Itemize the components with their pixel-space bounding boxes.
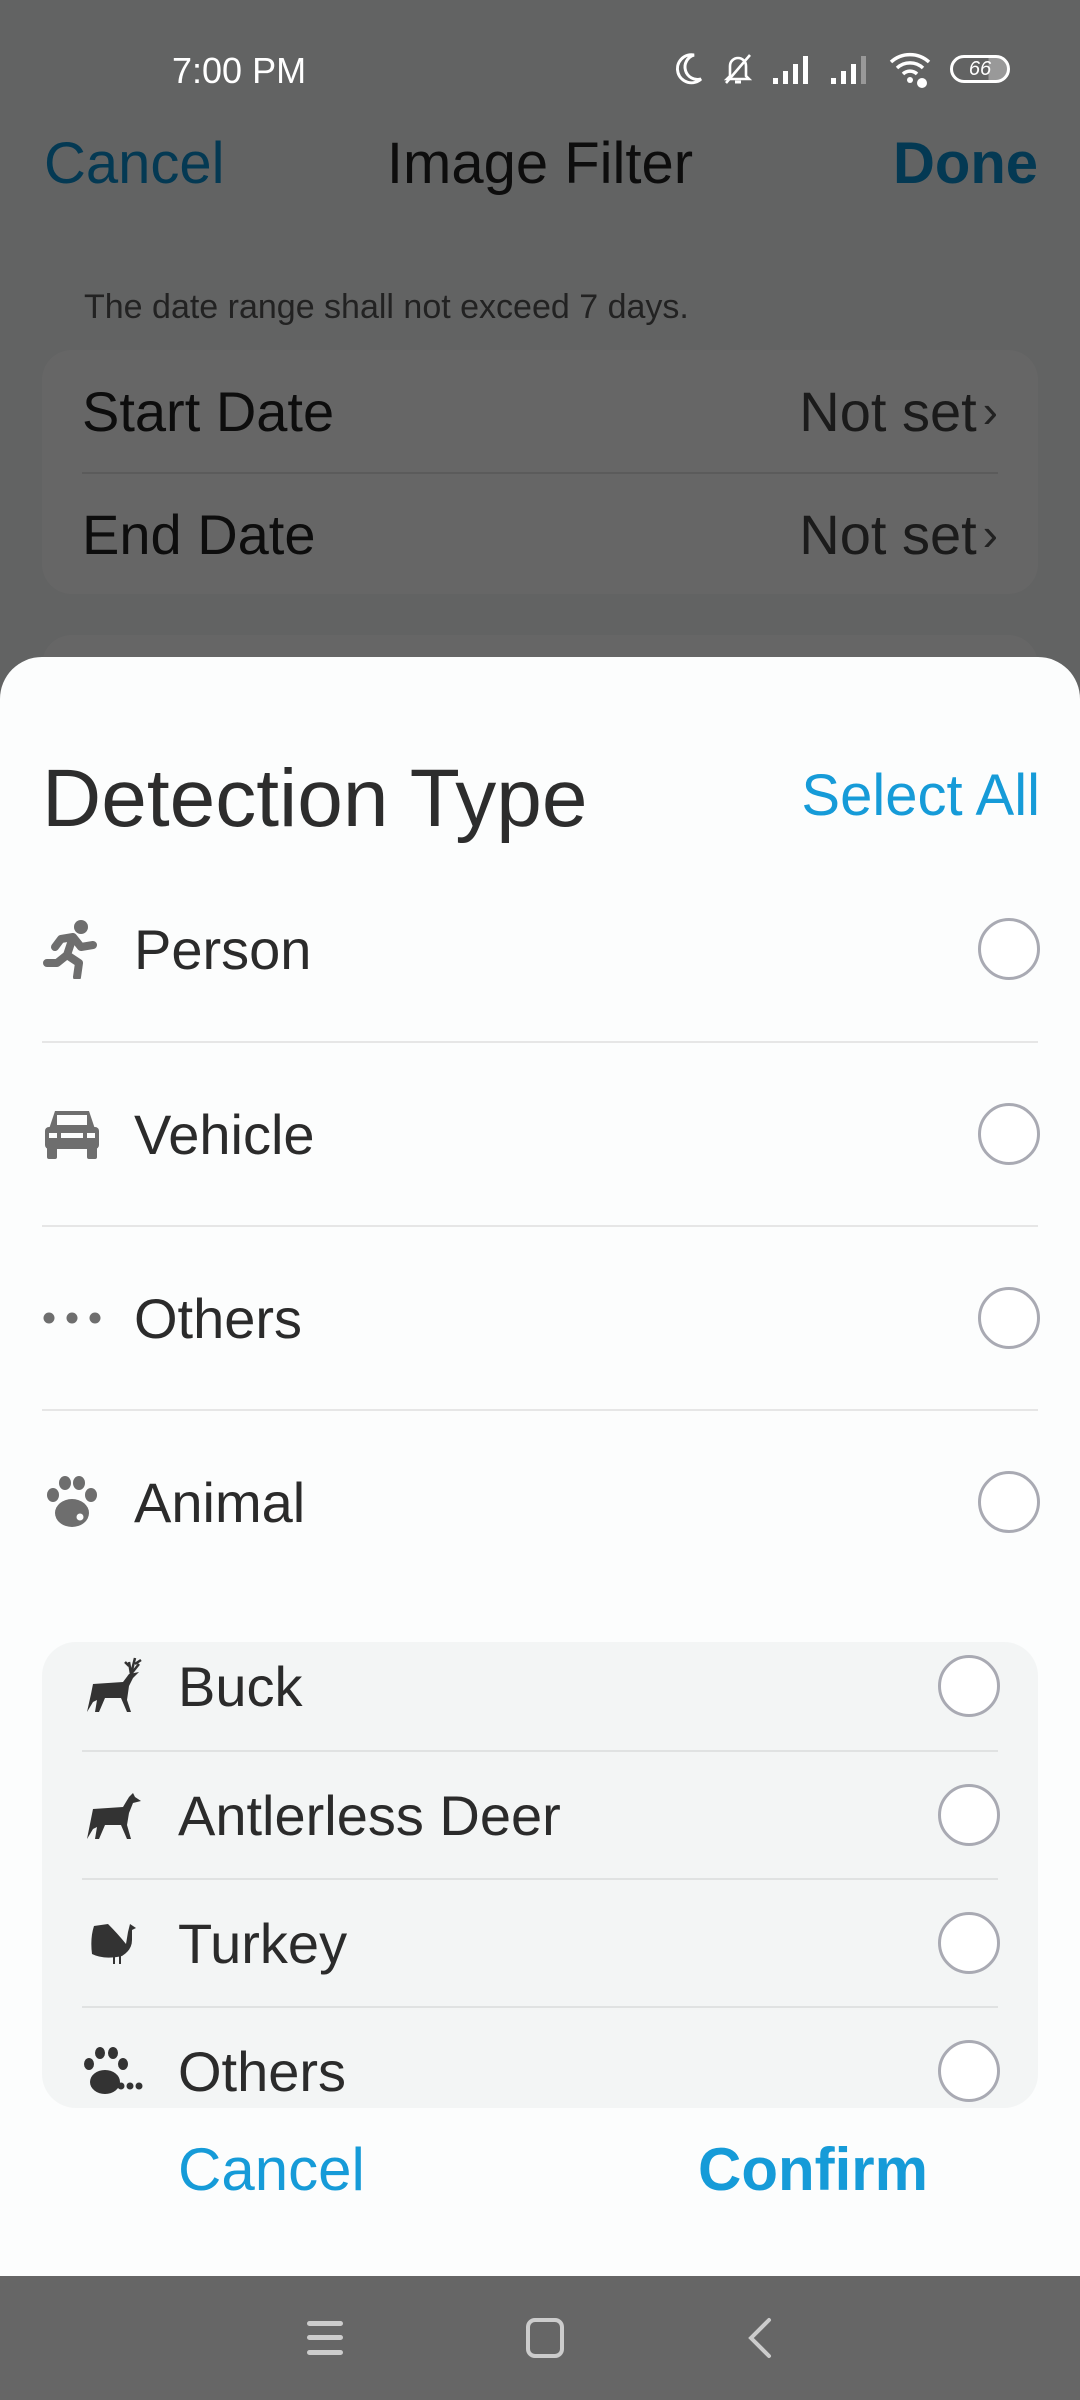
- list-item-buck[interactable]: Buck: [82, 1642, 1000, 1750]
- animal-others-radio[interactable]: [938, 2040, 1000, 2102]
- list-item-vehicle[interactable]: Vehicle: [42, 1041, 1040, 1225]
- item-label: Animal: [134, 1470, 306, 1534]
- list-item-person[interactable]: Person: [42, 857, 1040, 1041]
- more-dots-icon: [42, 1288, 102, 1348]
- item-label: Turkey: [178, 1911, 348, 1975]
- paw-more-icon: [82, 2040, 144, 2102]
- list-item-antlerless-deer[interactable]: Antlerless Deer: [82, 1750, 1000, 1878]
- status-bar: 7:00 PM 66: [0, 0, 1080, 130]
- paw-icon: [42, 1472, 102, 1532]
- list-item-animal-others[interactable]: Others: [82, 2006, 1000, 2108]
- sheet-confirm-button[interactable]: Confirm: [698, 2135, 928, 2204]
- back-icon[interactable]: [745, 2317, 775, 2359]
- signal-icon: [773, 56, 808, 84]
- turkey-icon: [82, 1912, 144, 1974]
- list-item-animal[interactable]: Animal: [42, 1409, 1040, 1593]
- item-label: Vehicle: [134, 1102, 315, 1166]
- doe-icon: [82, 1784, 144, 1846]
- moon-icon: [675, 53, 703, 85]
- item-label: Antlerless Deer: [178, 1783, 561, 1847]
- recents-menu-icon[interactable]: [305, 2319, 345, 2357]
- list-item-turkey[interactable]: Turkey: [82, 1878, 1000, 2006]
- list-item-others[interactable]: Others: [42, 1225, 1040, 1409]
- item-label: Buck: [178, 1654, 303, 1718]
- home-icon[interactable]: [525, 2317, 565, 2359]
- item-label: Others: [134, 1286, 303, 1350]
- wifi-icon: [889, 52, 931, 88]
- system-navigation-bar: [0, 2276, 1080, 2400]
- item-label: Person: [134, 917, 312, 981]
- signal-weak-icon: [831, 56, 866, 84]
- animal-radio[interactable]: [978, 1471, 1040, 1533]
- car-icon: [42, 1104, 102, 1164]
- running-person-icon: [42, 919, 102, 979]
- select-all-button[interactable]: Select All: [801, 762, 1040, 829]
- detection-type-list: Person Vehicle Others Animal: [42, 857, 1040, 1593]
- detection-type-sheet: Detection Type Select All Person Vehicle…: [0, 657, 1080, 2277]
- person-radio[interactable]: [978, 918, 1040, 980]
- vehicle-radio[interactable]: [978, 1103, 1040, 1165]
- sheet-actions: Cancel Confirm: [0, 2135, 1080, 2275]
- battery-indicator: 66: [950, 55, 1010, 83]
- buck-radio[interactable]: [938, 1655, 1000, 1717]
- bell-off-icon: [723, 54, 753, 84]
- turkey-radio[interactable]: [938, 1912, 1000, 1974]
- status-time: 7:00 PM: [172, 50, 307, 91]
- animal-subtype-list: Buck Antlerless Deer Turkey Others: [42, 1642, 1038, 2108]
- antlerless-deer-radio[interactable]: [938, 1784, 1000, 1846]
- sheet-cancel-button[interactable]: Cancel: [178, 2135, 365, 2204]
- others-radio[interactable]: [978, 1287, 1040, 1349]
- item-label: Others: [178, 2039, 347, 2103]
- sheet-title: Detection Type: [42, 753, 588, 844]
- buck-icon: [82, 1655, 144, 1717]
